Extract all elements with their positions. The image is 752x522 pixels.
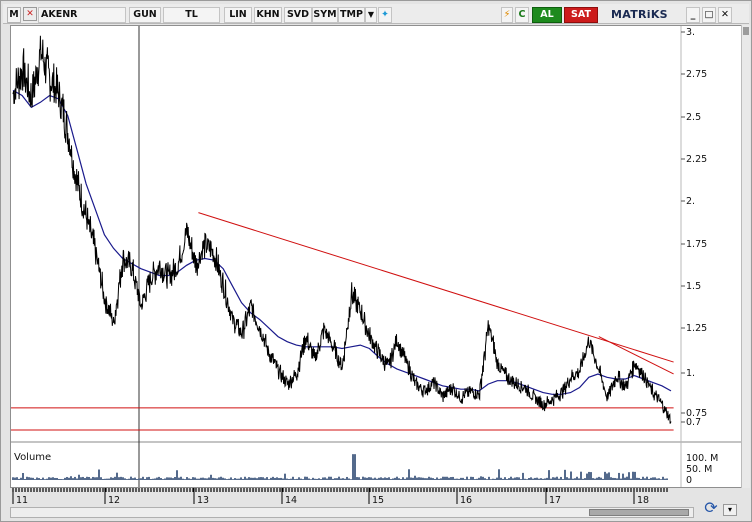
price-tick-label: 0.7 (686, 417, 701, 428)
volume-tick-label: 100. M (686, 453, 718, 464)
volume-tick-label: 50. M (686, 464, 712, 475)
price-chart[interactable]: Volume 3. 2.75 2.5 2.25 2. 1.75 1.5 1.25 1. 0.7 50… (1, 1, 752, 522)
year-label: 11 (16, 495, 28, 506)
year-label: 16 (460, 495, 472, 506)
price-tick-label: 1.5 (686, 281, 701, 292)
price-tick-label: 2.25 (686, 154, 707, 165)
scroll-thumb[interactable] (743, 27, 749, 35)
sync-icon[interactable]: ⟳ (701, 498, 721, 518)
year-label: 14 (285, 495, 297, 506)
price-tick-label: 3. (686, 27, 695, 38)
year-label: 15 (372, 495, 384, 506)
year-label: 17 (549, 495, 561, 506)
scroll-thumb[interactable] (589, 509, 689, 516)
price-tick-label: 2.5 (686, 112, 701, 123)
vertical-scrollbar[interactable] (741, 25, 750, 488)
price-tick-label: 1.25 (686, 323, 707, 334)
year-label: 18 (637, 495, 649, 506)
moving-average-line (12, 89, 672, 395)
price-tick-label: 1. (686, 368, 695, 379)
year-label: 12 (108, 495, 120, 506)
price-line (12, 35, 672, 424)
price-tick-label: 2.75 (686, 69, 707, 80)
price-tick-label: 2. (686, 196, 695, 207)
volume-tick-label: 0 (686, 475, 692, 486)
volume-label: Volume (14, 452, 51, 463)
year-label: 13 (197, 495, 209, 506)
trend-line[interactable] (198, 212, 674, 363)
horizontal-scrollbar[interactable] (10, 507, 694, 518)
settings-box-icon[interactable]: ▾ (723, 504, 737, 516)
chart-window: M ✕ AKENR GUN TL LIN KHN SVD SYM TMP ▼ ✦… (0, 0, 752, 522)
price-tick-label: 1.75 (686, 239, 707, 250)
